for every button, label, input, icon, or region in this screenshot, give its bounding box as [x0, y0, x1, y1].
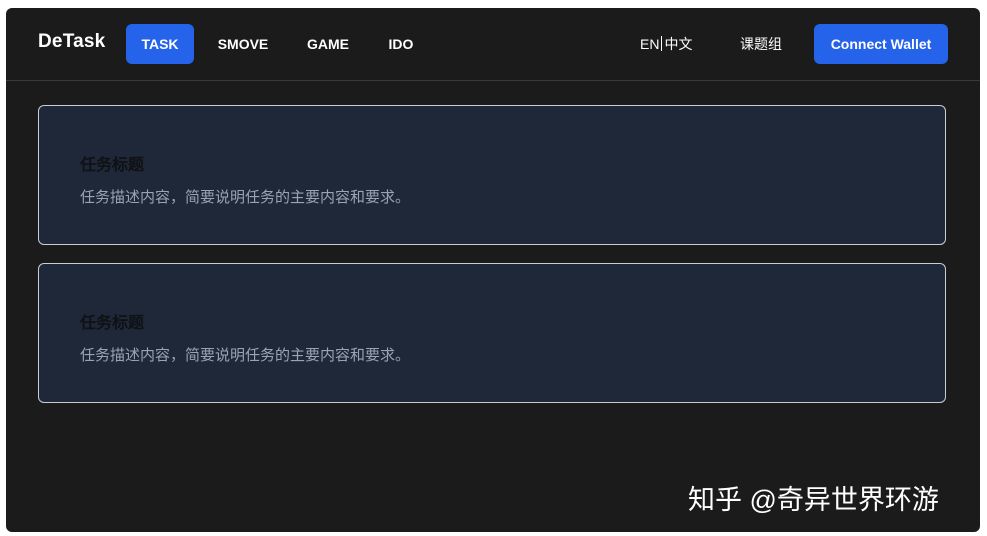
tab-game[interactable]: GAME — [296, 24, 360, 64]
task-title: 任务标题 — [80, 157, 145, 174]
top-navbar: DeTask TASK SMOVE GAME IDO EN 中文 课题组 Conn… — [6, 8, 980, 81]
brand-logo[interactable]: DeTask — [38, 31, 105, 53]
lang-zh-option[interactable]: 中文 — [664, 36, 692, 52]
app-window: DeTask TASK SMOVE GAME IDO EN 中文 课题组 Conn… — [6, 8, 980, 532]
task-description: 任务描述内容，简要说明任务的主要内容和要求。 — [80, 189, 411, 206]
watermark-text: 知乎 @奇异世界环游 — [688, 485, 939, 515]
connect-wallet-button[interactable]: Connect Wallet — [814, 24, 948, 64]
tab-ido[interactable]: IDO — [378, 24, 424, 64]
group-link[interactable]: 课题组 — [740, 36, 782, 52]
task-card[interactable]: 任务标题 任务描述内容，简要说明任务的主要内容和要求。 — [38, 263, 946, 403]
task-card[interactable]: 任务标题 任务描述内容，简要说明任务的主要内容和要求。 — [38, 105, 946, 245]
language-switch[interactable]: EN 中文 — [640, 36, 692, 52]
task-description: 任务描述内容，简要说明任务的主要内容和要求。 — [80, 347, 411, 364]
lang-en-option[interactable]: EN — [640, 36, 659, 52]
task-title: 任务标题 — [80, 315, 145, 332]
tab-smove[interactable]: SMOVE — [206, 24, 280, 64]
lang-divider — [661, 36, 663, 51]
tab-task[interactable]: TASK — [126, 24, 194, 64]
